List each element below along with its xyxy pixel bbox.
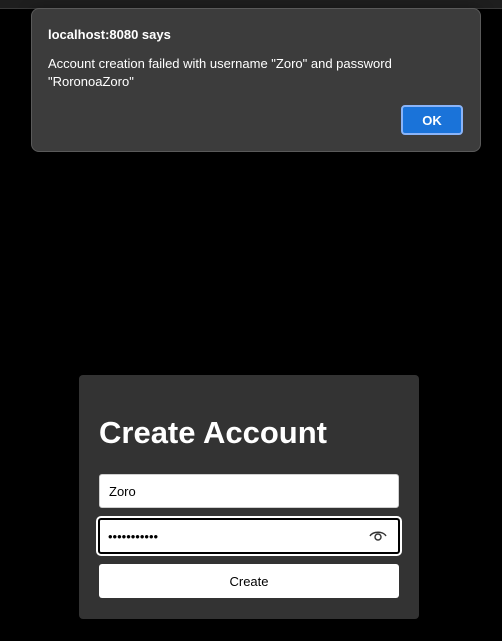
alert-ok-button[interactable]: OK: [401, 105, 463, 135]
alert-message: Account creation failed with username "Z…: [48, 56, 392, 89]
page: localhost:8080 says Account creation fai…: [0, 0, 502, 641]
password-input[interactable]: [100, 520, 355, 552]
create-button[interactable]: Create: [99, 564, 399, 598]
username-input[interactable]: [100, 475, 398, 507]
alert-title: localhost:8080 says: [48, 27, 171, 42]
eye-icon[interactable]: [368, 528, 388, 544]
alert-dialog: localhost:8080 says Account creation fai…: [31, 8, 481, 152]
password-field-container: [98, 518, 400, 554]
card-title: Create Account: [99, 415, 327, 450]
create-account-card: Create Account Create: [79, 375, 419, 619]
username-field-container: [99, 474, 399, 508]
